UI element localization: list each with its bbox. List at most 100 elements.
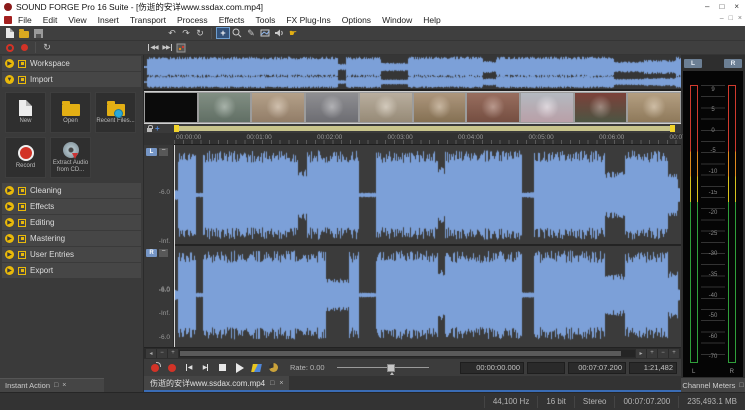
minimize-button[interactable]: – [705, 2, 709, 11]
play-as-sample-button[interactable] [250, 362, 263, 374]
speaker-icon [274, 28, 284, 38]
close-button[interactable]: × [734, 2, 739, 11]
menu-item-process[interactable]: Process [177, 15, 208, 25]
menu-item-edit[interactable]: Edit [43, 15, 58, 25]
zoom-out-time-button[interactable]: − [658, 349, 668, 358]
collapse-arrow-icon[interactable]: ▼ [5, 75, 14, 84]
edit-tool-button[interactable]: + [216, 27, 230, 39]
document-tab[interactable]: 伤逝的安详www.ssdax.com.mp4 □ × [144, 376, 289, 390]
pencil-tool-button[interactable]: ✎ [244, 27, 258, 39]
close-icon[interactable]: × [62, 382, 66, 389]
scroll-left-button[interactable]: ◂ [146, 349, 156, 358]
instant-action-tab[interactable]: Instant Action □ × [0, 378, 104, 392]
scrollbar-track[interactable] [179, 350, 635, 357]
move-handle-icon[interactable]: + [155, 125, 160, 133]
zoom-in-time-button[interactable]: + [647, 349, 657, 358]
record-arm-button[interactable] [3, 42, 17, 54]
sidebar-section-user-entries[interactable]: ▶ User Entries [2, 247, 141, 262]
touch-tool-button[interactable]: ☛ [286, 27, 300, 39]
paste-special-button[interactable] [174, 42, 188, 54]
selection-end-display[interactable]: 00:07:07.200 [568, 362, 626, 374]
rate-slider[interactable] [337, 363, 429, 373]
channel-meters-tab[interactable]: Channel Meters □ [681, 378, 745, 392]
right-channel-button[interactable]: R [146, 249, 157, 257]
lock-icon[interactable] [147, 128, 152, 132]
sidebar-section-cleaning[interactable]: ▶ Cleaning [2, 183, 141, 198]
zoom-selection-button[interactable]: + [669, 349, 679, 358]
menu-item-window[interactable]: Window [382, 15, 412, 25]
menu-item-view[interactable]: View [68, 15, 86, 25]
repeat-button[interactable]: ↻ [193, 27, 207, 39]
save-button[interactable] [31, 27, 45, 39]
record-button[interactable] [17, 42, 31, 54]
stop-button[interactable] [216, 362, 229, 374]
open-button[interactable] [17, 27, 31, 39]
minimize-channel-button[interactable]: − [159, 249, 168, 257]
rate-slider-handle[interactable] [387, 364, 395, 372]
loop-region-bar[interactable] [174, 126, 675, 131]
waveform-canvas-area[interactable] [174, 145, 681, 347]
envelope-tool-button[interactable] [258, 27, 272, 39]
menu-item-effects[interactable]: Effects [219, 15, 245, 25]
zoom-in-button[interactable]: + [168, 349, 178, 358]
menu-item-tools[interactable]: Tools [256, 15, 276, 25]
meter-left-button[interactable]: L [684, 59, 702, 68]
loop-playback-button[interactable] [267, 362, 280, 374]
video-thumbnail-strip[interactable] [144, 91, 681, 124]
extract-audio-button[interactable]: Extract Audio from CD... [50, 137, 91, 178]
event-tool-button[interactable] [272, 27, 286, 39]
recent-files-button[interactable]: Recent Files... [95, 92, 136, 133]
cursor-position-display[interactable]: 00:00:00.000 [460, 362, 524, 374]
record-icon [168, 364, 176, 372]
go-to-end-button[interactable]: ▶▶ [160, 42, 174, 54]
waveform-overview[interactable] [144, 55, 681, 91]
sidebar-section-effects[interactable]: ▶ Effects [2, 199, 141, 214]
undo-button[interactable]: ↶ [165, 27, 179, 39]
new-action-button[interactable]: New [5, 92, 46, 133]
menu-item-file[interactable]: File [18, 15, 32, 25]
left-channel-button[interactable]: L [146, 148, 157, 156]
expand-arrow-icon[interactable]: ▶ [5, 59, 14, 68]
time-ruler[interactable]: 00:00:0000:01:0000:02:0000:03:0000:04:00… [174, 133, 681, 145]
open-action-button[interactable]: Open [50, 92, 91, 133]
zoom-out-button[interactable]: − [157, 349, 167, 358]
scroll-right-button[interactable]: ▸ [636, 349, 646, 358]
sidebar-section-export[interactable]: ▶ Export [2, 263, 141, 278]
menu-item-fx-plug-ins[interactable]: FX Plug-Ins [286, 15, 330, 25]
go-to-start-button[interactable]: ◀◀ [146, 42, 160, 54]
scrollbar-thumb[interactable] [180, 351, 621, 356]
menu-item-options[interactable]: Options [342, 15, 371, 25]
minimize-channel-button[interactable]: − [159, 148, 168, 156]
new-file-button[interactable] [3, 27, 17, 39]
restore-doc-icon[interactable]: □ [270, 380, 274, 387]
go-to-end-button[interactable]: ▶ [199, 362, 212, 374]
go-to-start-button[interactable]: ◀ [182, 362, 195, 374]
sidebar-section-workspace[interactable]: ▶ Workspace [2, 56, 141, 71]
record-action-button[interactable]: Record [5, 137, 46, 178]
sidebar-section-import[interactable]: ▼ Import [2, 72, 141, 87]
selection-start-display[interactable] [527, 362, 565, 374]
overview-waveform-canvas[interactable] [144, 55, 681, 89]
mdi-minimize-button[interactable]: – [720, 15, 724, 22]
redo-button[interactable]: ↷ [179, 27, 193, 39]
restore-button[interactable]: □ [719, 2, 724, 11]
record-arm-button[interactable] [148, 362, 161, 374]
sidebar-section-editing[interactable]: ▶ Editing [2, 215, 141, 230]
selection-length-display[interactable]: 1:21,482 [629, 362, 677, 374]
sidebar-section-mastering[interactable]: ▶ Mastering [2, 231, 141, 246]
menu-item-transport[interactable]: Transport [130, 15, 166, 25]
menu-item-insert[interactable]: Insert [98, 15, 119, 25]
play-button[interactable] [233, 362, 246, 374]
close-doc-icon[interactable]: × [279, 380, 283, 387]
float-window-icon[interactable]: □ [54, 382, 58, 389]
mdi-restore-button[interactable]: □ [729, 15, 733, 22]
playback-cursor[interactable] [174, 145, 175, 347]
menu-item-help[interactable]: Help [423, 15, 440, 25]
mdi-close-button[interactable]: × [738, 15, 742, 22]
instant-action-sidebar: ▶ Workspace ▼ Import New Open Recent Fil… [0, 55, 144, 392]
float-window-icon[interactable]: □ [739, 382, 743, 389]
loop-playback-button[interactable]: ↻ [40, 42, 54, 54]
meter-right-button[interactable]: R [724, 59, 742, 68]
magnify-tool-button[interactable] [230, 27, 244, 39]
record-button[interactable] [165, 362, 178, 374]
